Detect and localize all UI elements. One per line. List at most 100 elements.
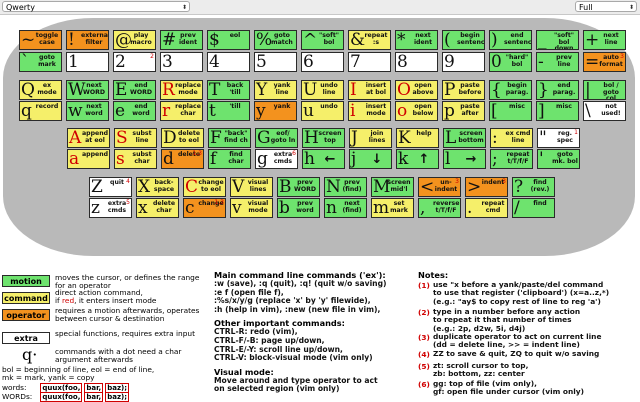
key-footnote: 4	[126, 178, 130, 185]
layout-select[interactable]: Qwerty ⬍	[2, 1, 190, 12]
key-char: D	[163, 128, 177, 148]
key-p: Ppaste before	[442, 80, 485, 100]
key-h: h ←	[302, 149, 345, 169]
mode-select-value: Full	[579, 3, 593, 12]
key-char: v	[232, 198, 242, 218]
key-char: r	[162, 101, 171, 121]
key-char: {	[491, 80, 502, 100]
key-char: n	[326, 198, 337, 218]
key-desc: replace char	[175, 103, 201, 117]
key-sym51: 3	[160, 52, 203, 72]
key-u: Uundo line	[301, 80, 344, 100]
key-char: 1	[68, 52, 79, 72]
key-char: Z	[91, 177, 103, 197]
key-desc: back-space	[153, 179, 175, 193]
key-e: e end word	[113, 101, 156, 121]
key-char: *	[397, 30, 406, 50]
key-sym48: 0 "hard" bol	[489, 52, 532, 72]
notes-heading: Notes:	[418, 270, 449, 280]
note-line: gf: open file under cursor (vim only)	[433, 387, 584, 397]
key-desc: end WORD	[130, 82, 152, 96]
key-char: V	[232, 177, 245, 197]
key-char: x	[138, 198, 148, 218]
mode-select[interactable]: Full ⬍	[575, 1, 637, 12]
note-number: (3)	[418, 333, 430, 342]
key-z: z extra cmds 5	[89, 198, 132, 218]
legend-mk-line: mk = mark, yank = copy	[2, 373, 95, 382]
note-1: (1) use "x before a yank/paste/del comma…	[418, 280, 636, 306]
key-desc: subst char	[132, 151, 152, 165]
key-char: g	[257, 149, 268, 169]
legend-command-text-b-prefix: if	[55, 296, 63, 305]
legend-extra-swatch: extra	[2, 332, 50, 344]
key-sym61: = auto format 3	[583, 52, 626, 72]
key-sym58: : ex cmd line	[490, 128, 533, 148]
key-t: t 'till	[207, 101, 250, 121]
key-desc: ex cmd line	[505, 130, 531, 144]
key-sym42: * next ident	[395, 30, 438, 50]
key-desc: replace mode	[175, 82, 201, 96]
note-line: zb: bottom, zz: center	[433, 369, 525, 379]
key-char: 2	[115, 52, 126, 72]
key-sym43: + next line	[583, 30, 626, 50]
keyboard-area: ~ toggle case! external filter @ play macro #…	[3, 18, 635, 256]
key-r: r replace char	[160, 101, 203, 121]
key-p: p paste after	[442, 101, 485, 121]
key-char: B	[279, 177, 292, 197]
key-desc: ↑	[418, 152, 430, 167]
key-desc: not used!	[601, 103, 621, 117]
key-sym46: . repeat cmd	[465, 198, 508, 218]
key-desc: change to eol	[198, 179, 224, 193]
key-char: S	[116, 128, 128, 148]
key-desc: "hard" bol	[505, 54, 529, 68]
key-sym37: % goto match	[254, 30, 297, 50]
toolbar: Qwerty ⬍ Full ⬍	[0, 0, 640, 15]
key-desc: repeat cmd	[481, 200, 505, 214]
key-char: $	[209, 30, 220, 50]
other-cmd-line: CTRL-V: block-visual mode (vim only)	[214, 353, 373, 363]
key-desc: next ident	[413, 32, 433, 46]
key-sym41: ) end sentence	[489, 30, 532, 50]
key-desc: end sentence	[504, 32, 532, 46]
key-s: s subst char	[114, 149, 157, 169]
key-desc: prev ident	[178, 32, 198, 46]
key-desc: goto mk. bol	[552, 151, 578, 165]
key-sym50: 22	[113, 52, 156, 72]
key-k: k ↑	[396, 149, 439, 169]
key-sym33: ! external filter	[66, 30, 109, 50]
key-desc: next (find)	[342, 200, 362, 214]
key-desc: repeat :s	[364, 32, 388, 46]
key-char: _	[538, 30, 547, 50]
key-desc: yank line	[273, 82, 291, 96]
key-desc: toggle case	[35, 32, 59, 46]
key-char: X	[138, 177, 151, 197]
key-footnote: 1,3	[214, 199, 224, 206]
key-desc: open above	[412, 82, 434, 96]
key-z: Zquit 4	[89, 177, 132, 197]
key-char: L	[445, 128, 457, 148]
key-desc: insert at bol	[365, 82, 387, 96]
key-desc: →	[465, 152, 477, 167]
key-sym45: - prev line	[536, 52, 579, 72]
key-char: 6	[303, 52, 314, 72]
key-desc: undo	[320, 103, 338, 110]
key-sym59: ; repeat t/T/f/F	[490, 149, 533, 169]
key-char: 7	[350, 52, 361, 72]
key-l: l →	[443, 149, 486, 169]
key-desc: goto match	[271, 32, 293, 46]
key-desc: ←	[324, 152, 336, 167]
key-i: Iinsert at bol	[348, 80, 391, 100]
key-char: G	[257, 128, 271, 148]
key-j: Jjoin lines	[349, 128, 392, 148]
legend-command-text-b-suffix: , it enters insert mode	[74, 296, 157, 305]
key-char: `	[21, 52, 30, 72]
key-desc: open below	[412, 103, 434, 117]
legend-command-text: direct action command, if red, it enters…	[55, 289, 205, 305]
key-char: 4	[209, 52, 220, 72]
key-char: ]	[538, 101, 545, 121]
key-desc: screen top	[318, 130, 342, 144]
key-o: Oopen above	[395, 80, 438, 100]
legend-extra-text: special functions, requires extra input	[55, 329, 195, 338]
key-footnote: 5	[126, 199, 130, 206]
key-a: a append	[67, 149, 110, 169]
